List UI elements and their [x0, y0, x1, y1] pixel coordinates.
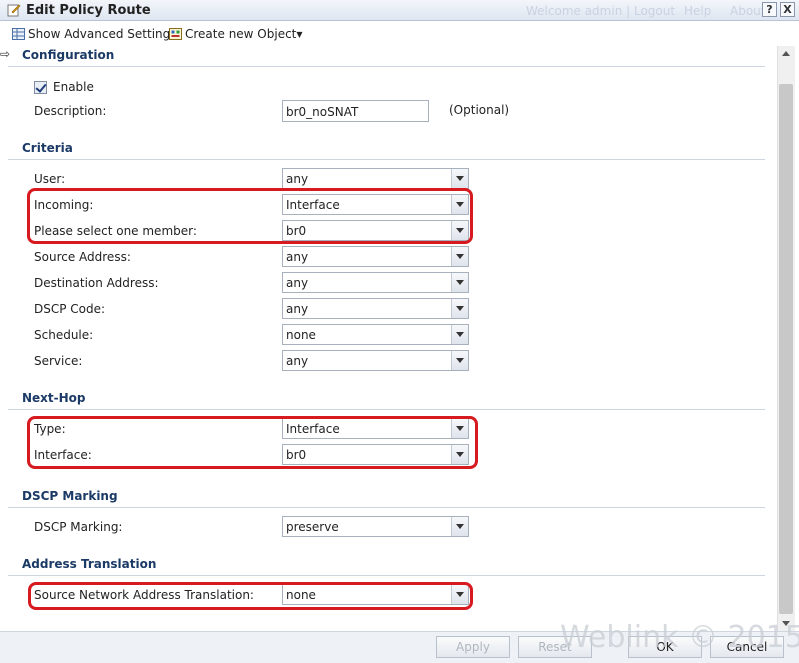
create-object-label: Create new Object: [185, 27, 297, 41]
user-label: User:: [34, 172, 66, 186]
destination-address-value: any: [286, 276, 309, 290]
dscp-code-select[interactable]: any: [282, 298, 469, 319]
section-address-translation: Address Translation: [22, 557, 157, 571]
source-address-label: Source Address:: [34, 250, 131, 264]
scrollbar-thumb[interactable]: [779, 84, 793, 614]
enable-checkbox[interactable]: [34, 81, 47, 94]
show-advanced-settings-button[interactable]: Show Advanced Settings: [12, 27, 177, 41]
title-bar: Edit Policy Route Welcome admin | Logout…: [0, 0, 799, 21]
chevron-down-icon[interactable]: [451, 169, 468, 188]
service-label: Service:: [34, 354, 83, 368]
vertical-scrollbar[interactable]: [777, 46, 795, 631]
destination-address-select[interactable]: any: [282, 272, 469, 293]
user-value: any: [286, 172, 309, 186]
divider: [8, 66, 765, 67]
enable-label: Enable: [53, 80, 94, 94]
show-advanced-label: Show Advanced Settings: [28, 27, 177, 41]
divider: [8, 159, 765, 160]
table-icon: [12, 28, 25, 40]
object-icon: [169, 28, 182, 40]
highlight-incoming: [27, 188, 473, 244]
chevron-down-icon[interactable]: [451, 299, 468, 318]
chevron-down-icon[interactable]: [451, 325, 468, 344]
close-button[interactable]: X: [780, 2, 795, 17]
section-dscp-marking: DSCP Marking: [22, 489, 118, 503]
divider: [8, 507, 765, 508]
schedule-label: Schedule:: [34, 328, 94, 342]
dropdown-caret-icon: ▼: [296, 30, 303, 39]
description-value: br0_noSNAT: [286, 105, 359, 119]
description-input[interactable]: br0_noSNAT: [282, 100, 429, 122]
dscp-code-label: DSCP Code:: [34, 302, 106, 316]
welcome-text: Welcome admin | Logout: [526, 4, 676, 18]
chevron-down-icon[interactable]: [451, 517, 468, 536]
about-link[interactable]: About: [730, 4, 765, 18]
dscp-code-value: any: [286, 302, 309, 316]
chevron-down-icon[interactable]: [451, 351, 468, 370]
description-label: Description:: [34, 104, 107, 118]
chevron-down-icon[interactable]: [451, 273, 468, 292]
dscp-marking-select[interactable]: preserve: [282, 516, 469, 537]
apply-button[interactable]: Apply: [436, 636, 510, 658]
edit-icon: [7, 4, 21, 17]
dscp-marking-label: DSCP Marking:: [34, 520, 123, 534]
schedule-value: none: [286, 328, 316, 342]
help-link[interactable]: Help: [684, 4, 711, 18]
divider: [8, 575, 765, 576]
service-value: any: [286, 354, 309, 368]
section-next-hop: Next-Hop: [22, 391, 86, 405]
user-select[interactable]: any: [282, 168, 469, 189]
chevron-down-icon[interactable]: [451, 247, 468, 266]
dscp-marking-value: preserve: [286, 520, 339, 534]
destination-address-label: Destination Address:: [34, 276, 159, 290]
help-button[interactable]: ?: [762, 2, 777, 17]
service-select[interactable]: any: [282, 350, 469, 371]
source-address-value: any: [286, 250, 309, 264]
create-new-object-menu[interactable]: Create new Object▼: [169, 27, 303, 41]
form-content: Configuration Enable Description: br0_no…: [0, 46, 777, 631]
section-configuration: Configuration: [22, 48, 115, 62]
highlight-next-hop: [27, 416, 478, 469]
optional-hint: (Optional): [449, 103, 510, 117]
highlight-snat: [28, 582, 473, 610]
schedule-select[interactable]: none: [282, 324, 469, 345]
divider: [8, 409, 765, 410]
window-title: Edit Policy Route: [26, 3, 151, 18]
toolbar: Show Advanced Settings Create new Object…: [0, 22, 799, 46]
watermark: Weblink © 2015: [560, 620, 799, 655]
source-address-select[interactable]: any: [282, 246, 469, 267]
scroll-up-icon[interactable]: [782, 51, 790, 56]
section-criteria: Criteria: [22, 141, 73, 155]
